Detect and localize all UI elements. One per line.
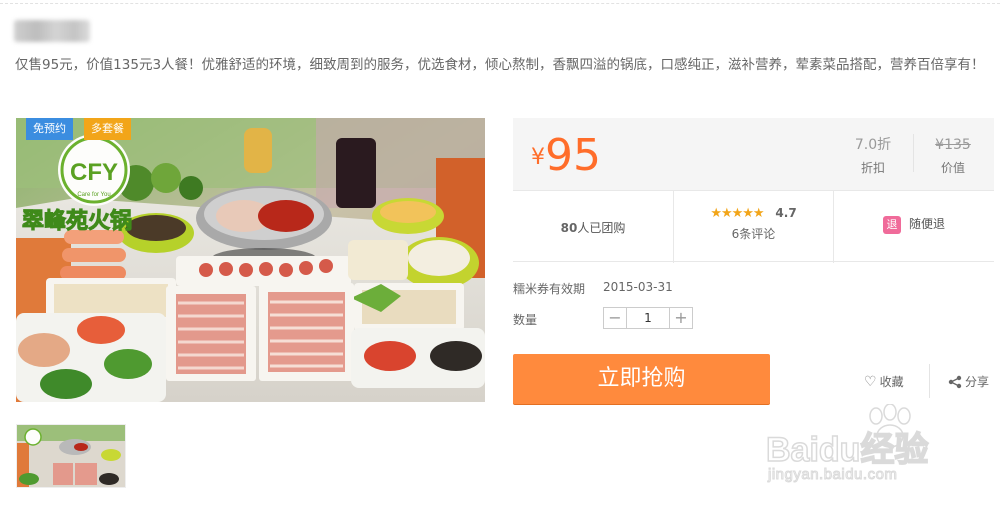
thumbnail-image[interactable] [16,424,126,488]
expiry-label: 糯米券有效期 [513,282,586,296]
star-rating-icon: ★★★★★ [710,206,764,221]
heart-icon: ♡ [864,374,877,390]
current-price: ¥95 [531,132,601,180]
discount-block: 7.0折 折扣 [838,136,908,176]
discount-label: 折扣 [860,161,885,175]
plus-icon[interactable]: + [670,308,692,328]
blurred-title [14,20,90,42]
currency-symbol: ¥ [531,145,545,170]
share-button[interactable]: 分享 [948,373,989,390]
share-label: 分享 [965,375,990,389]
deal-stats: 80人已团购 ★★★★★ 4.7 6条评论 退随便退 [513,190,994,263]
original-price: ¥135 [935,137,971,153]
refund-policy: 退随便退 [833,191,994,263]
no-reservation-tag: 免预约 [26,118,73,140]
share-icon [948,375,962,389]
main-product-image[interactable]: CFY Care for You 翠峰苑火锅 免预约 多套餐 [16,118,485,402]
rating-value: 4.7 [775,206,797,220]
favorite-label: 收藏 [879,375,904,389]
top-divider [0,3,1000,4]
original-value-label: 价值 [940,161,965,175]
divider [929,364,930,398]
deal-description: 仅售95元，价值135元3人餐！优雅舒适的环境，细致周到的服务，优选食材，倾心熬… [15,57,985,73]
watermark-brand: Baidu经验 [765,430,929,470]
logo-letters: CFY [70,159,118,186]
purchase-count: 80人已团购 [513,191,673,263]
refund-icon: 退 [882,215,901,234]
discount-value: 7.0折 [854,137,892,153]
multi-package-tag: 多套餐 [84,118,131,140]
baidu-jingyan-watermark: Baidu经验 jingyan.baidu.com [760,398,990,498]
minus-icon[interactable]: − [604,308,626,328]
expiry-date: 2015-03-31 [603,280,673,294]
original-value-block: ¥135 价值 [918,136,988,176]
hotpot-photo: CFY Care for You 翠峰苑火锅 [16,118,485,402]
price-value: 95 [545,130,601,181]
refund-label: 随便退 [908,217,945,231]
watermark-url: jingyan.baidu.com [767,466,898,484]
bought-count: 80 [560,221,578,235]
review-count-link[interactable]: 6条评论 [674,225,833,242]
buy-now-button[interactable]: 立即抢购 [513,354,770,404]
price-panel: ¥95 7.0折 折扣 ¥135 价值 [513,118,994,190]
quantity-stepper: − + [603,307,693,329]
logo-slogan: Care for You [77,192,110,198]
bought-suffix: 人已团购 [577,221,626,235]
quantity-input[interactable] [626,308,670,328]
rating-block[interactable]: ★★★★★ 4.7 6条评论 [673,191,833,263]
divider [913,134,914,172]
quantity-label: 数量 [513,313,538,327]
favorite-button[interactable]: ♡ 收藏 [864,373,904,390]
restaurant-name-overlay: 翠峰苑火锅 [22,208,132,234]
